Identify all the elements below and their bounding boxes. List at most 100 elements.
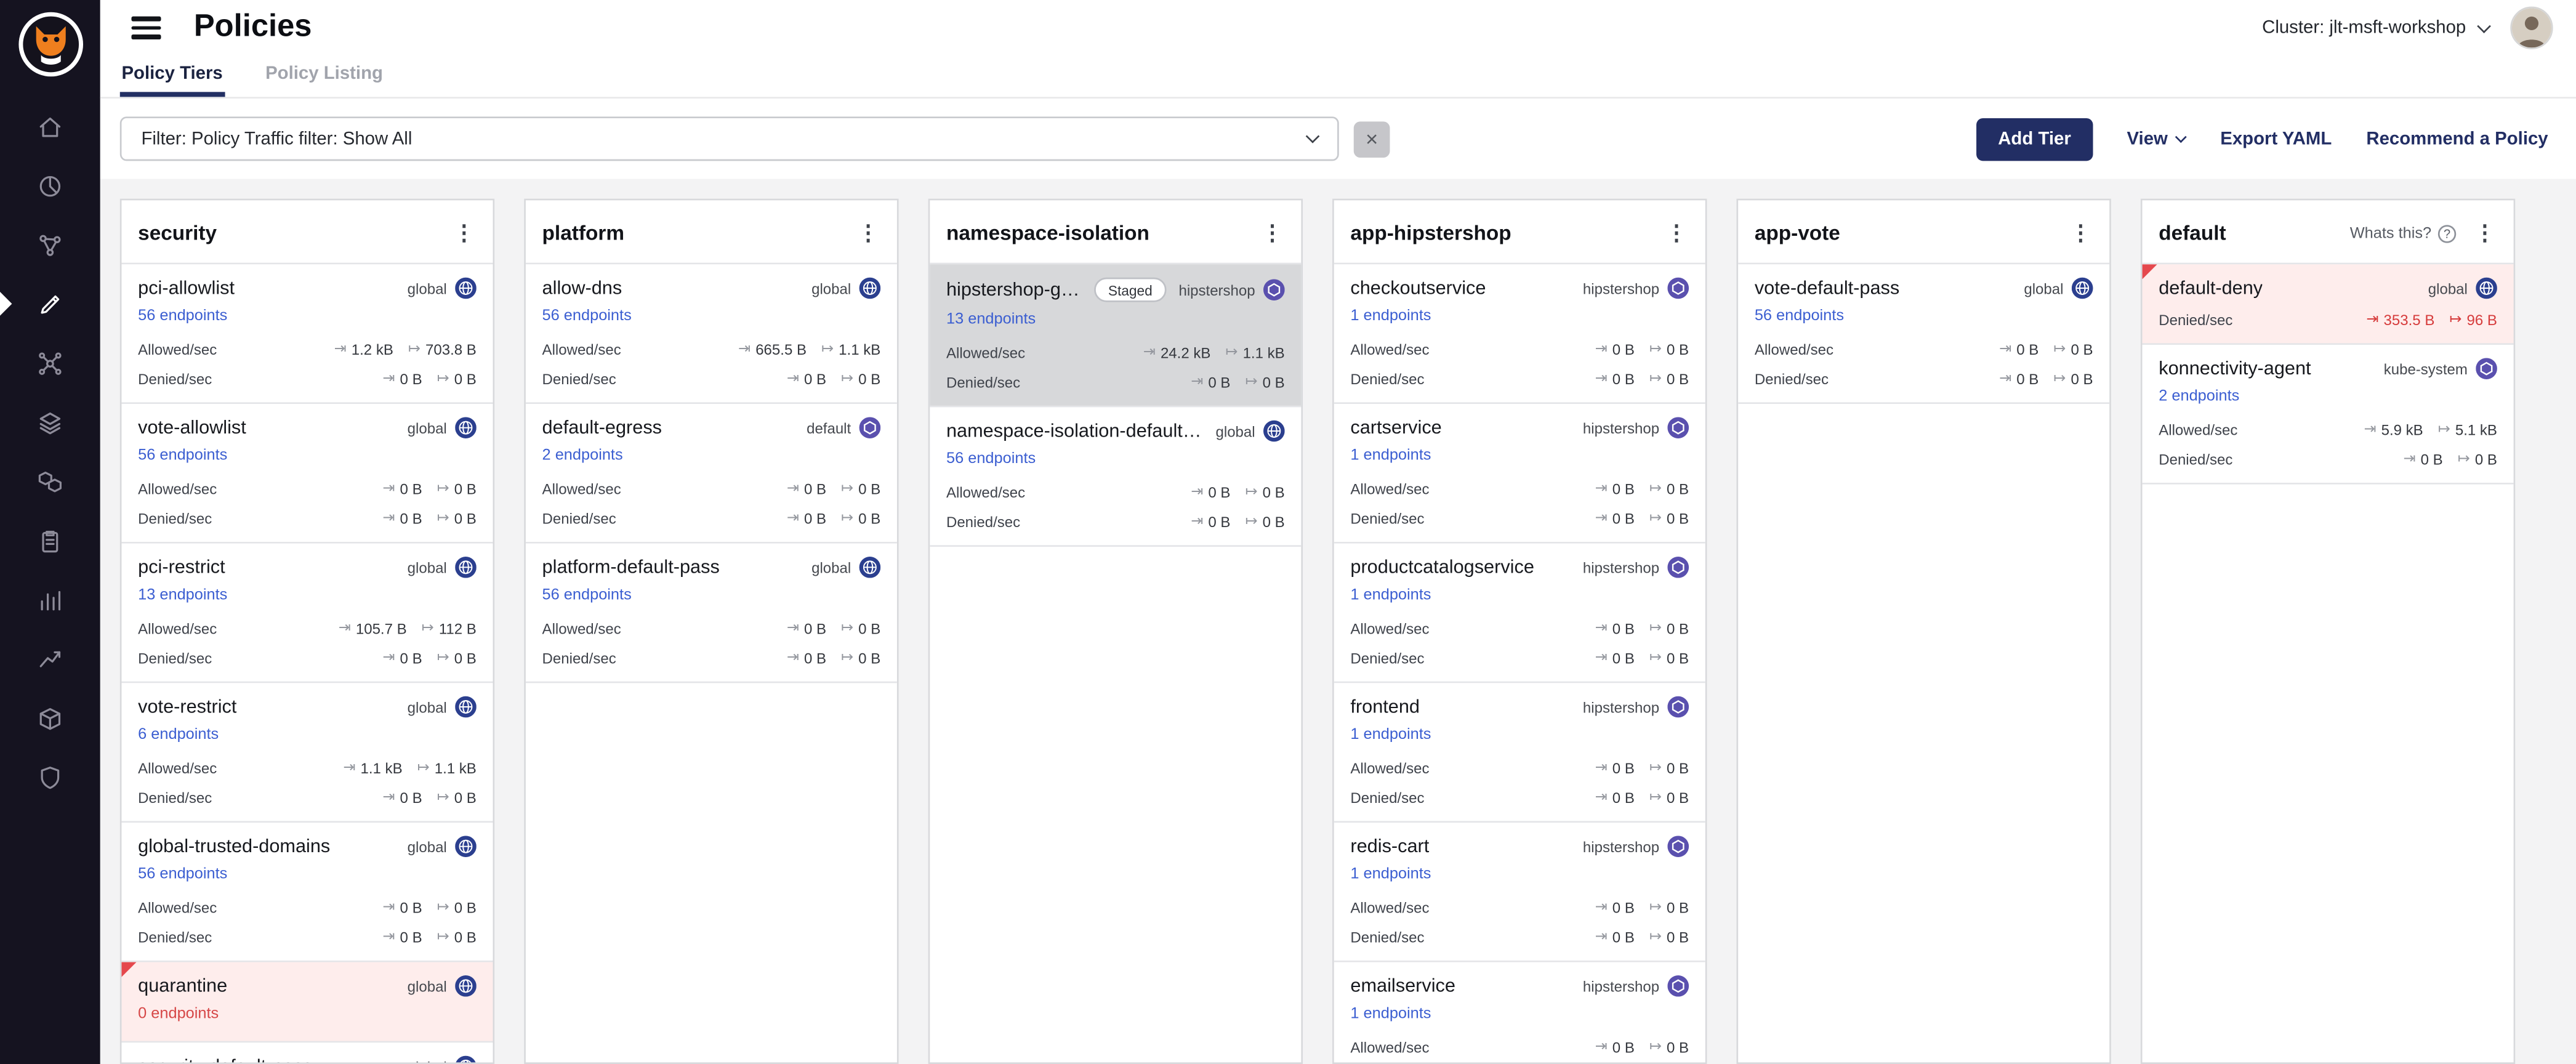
avatar[interactable] <box>2510 7 2553 49</box>
sidebar-item-nodes[interactable] <box>0 333 100 392</box>
denied-values: ⇥0 B ↦0 B <box>382 648 476 666</box>
denied-egress-value: 0 B <box>454 510 477 526</box>
scope-label: global <box>408 978 447 994</box>
policy-card[interactable]: pci-restrict global 13 endpoints Allowed… <box>121 544 493 683</box>
policy-card[interactable]: emailservice hipstershop 1 endpoints All… <box>1334 962 1705 1064</box>
endpoints-icon <box>36 467 64 495</box>
cluster-label: Cluster: jlt-msft-workshop <box>2262 18 2466 38</box>
policy-card[interactable]: redis-cart hipstershop 1 endpoints Allow… <box>1334 823 1705 962</box>
policy-card[interactable]: vote-default-pass global 56 endpoints Al… <box>1738 264 2109 404</box>
tier-header: namespace-isolation ⋮ <box>930 200 1301 262</box>
policy-card[interactable]: platform-default-pass global 56 endpoint… <box>526 544 897 683</box>
policy-card[interactable]: pci-allowlist global 56 endpoints Allowe… <box>121 264 493 404</box>
main-area: Policies Cluster: jlt-msft-workshop Poli… <box>100 0 2576 1064</box>
sidebar-item-images[interactable] <box>0 688 100 747</box>
policy-card[interactable]: vote-allowlist global 56 endpoints Allow… <box>121 404 493 544</box>
filter-row: Filter: Policy Traffic filter: Show All … <box>100 99 2576 179</box>
policy-card[interactable]: default-egress default 2 endpoints Allow… <box>526 404 897 544</box>
endpoints-link[interactable]: 0 endpoints <box>138 1005 219 1023</box>
endpoints-link[interactable]: 1 endpoints <box>1350 865 1431 883</box>
tigera-calico-logo[interactable] <box>17 12 83 78</box>
sidebar-item-threat-defense[interactable] <box>0 747 100 806</box>
tier-menu-button[interactable]: ⋮ <box>853 220 884 246</box>
sidebar-item-home[interactable] <box>0 97 100 156</box>
denied-label: Denied/sec <box>946 374 1020 390</box>
scope-label: hipstershop <box>1583 978 1659 994</box>
sidebar-item-activity[interactable] <box>0 629 100 688</box>
endpoints-link[interactable]: 13 endpoints <box>138 586 227 604</box>
sidebar-item-dashboard[interactable] <box>0 156 100 215</box>
tab-policy-listing[interactable]: Policy Listing <box>264 56 384 97</box>
policy-card[interactable]: quarantine global 0 endpoints <box>121 962 493 1043</box>
scope-label: global <box>408 280 447 297</box>
tier-menu-button[interactable]: ⋮ <box>2469 220 2501 246</box>
policy-card[interactable]: hipstershop-gh... Staged hipstershop 13 … <box>930 264 1301 407</box>
scope-label: global <box>811 280 851 297</box>
policy-card[interactable]: allow-dns global 56 endpoints Allowed/se… <box>526 264 897 404</box>
policy-card[interactable]: global-trusted-domains global 56 endpoin… <box>121 823 493 962</box>
endpoints-link[interactable]: 56 endpoints <box>138 865 227 883</box>
allowed-egress-value: 0 B <box>858 480 880 497</box>
sidebar-item-reports[interactable] <box>0 570 100 629</box>
sidebar-item-tiers[interactable] <box>0 392 100 451</box>
tier-menu-button[interactable]: ⋮ <box>1661 220 1693 246</box>
recommend-policy-button[interactable]: Recommend a Policy <box>2366 129 2548 148</box>
policy-scope: global <box>408 417 477 438</box>
whats-this-link[interactable]: Whats this? ? <box>2350 224 2456 242</box>
policy-card[interactable]: security-default-pass global <box>121 1042 493 1064</box>
policy-card[interactable]: cartservice hipstershop 1 endpoints Allo… <box>1334 404 1705 544</box>
endpoints-link[interactable]: 56 endpoints <box>946 450 1036 468</box>
endpoints-link[interactable]: 56 endpoints <box>1755 307 1844 325</box>
endpoints-link[interactable]: 1 endpoints <box>1350 446 1431 464</box>
ingress-icon: ⇥ <box>1595 788 1608 806</box>
tab-policy-tiers[interactable]: Policy Tiers <box>120 56 225 97</box>
endpoints-link[interactable]: 2 endpoints <box>2159 387 2239 405</box>
endpoints-link[interactable]: 6 endpoints <box>138 726 219 744</box>
ingress-icon: ⇥ <box>1595 928 1608 946</box>
add-tier-button[interactable]: Add Tier <box>1977 118 2093 160</box>
endpoints-link[interactable]: 1 endpoints <box>1350 307 1431 325</box>
sidebar-item-service-graph[interactable] <box>0 215 100 274</box>
tier-menu-button[interactable]: ⋮ <box>1257 220 1288 246</box>
endpoints-link[interactable]: 56 endpoints <box>138 307 227 325</box>
sidebar-item-policies[interactable] <box>0 274 100 333</box>
policy-card[interactable]: konnectivity-agent kube-system 2 endpoin… <box>2143 345 2514 485</box>
export-yaml-button[interactable]: Export YAML <box>2220 129 2332 148</box>
scope-label: global <box>408 419 447 436</box>
allowed-per-sec-row: Allowed/sec ⇥0 B ↦0 B <box>1350 619 1689 637</box>
sidebar-item-endpoints[interactable] <box>0 451 100 510</box>
endpoints-link[interactable]: 1 endpoints <box>1350 1005 1431 1023</box>
policy-card[interactable]: vote-restrict global 6 endpoints Allowed… <box>121 683 493 823</box>
tier-name: security <box>138 222 435 244</box>
endpoints-link[interactable]: 2 endpoints <box>542 446 623 464</box>
sidebar-item-compliance[interactable] <box>0 510 100 570</box>
policy-card[interactable]: productcatalogservice hipstershop 1 endp… <box>1334 544 1705 683</box>
denied-label: Denied/sec <box>2159 451 2232 467</box>
clear-filter-button[interactable]: × <box>1354 121 1390 157</box>
namespace-scope-icon <box>1667 557 1689 578</box>
endpoints-link[interactable]: 1 endpoints <box>1350 726 1431 744</box>
endpoints-link[interactable]: 56 endpoints <box>542 307 632 325</box>
policy-name: quarantine <box>138 976 227 996</box>
tier-menu-button[interactable]: ⋮ <box>2065 220 2096 246</box>
view-button[interactable]: View <box>2127 129 2186 148</box>
cluster-selector[interactable]: Cluster: jlt-msft-workshop <box>2262 18 2489 38</box>
policy-card[interactable]: namespace-isolation-default-p... global … <box>930 407 1301 547</box>
tier-menu-button[interactable]: ⋮ <box>448 220 480 246</box>
endpoints-link[interactable]: 56 endpoints <box>138 446 227 464</box>
endpoints-link[interactable]: 56 endpoints <box>542 586 632 604</box>
allowed-ingress-value: 0 B <box>1612 620 1635 637</box>
policy-name-row: vote-allowlist global <box>138 417 477 438</box>
policy-scope: global <box>408 696 477 718</box>
policy-name: hipstershop-gh... <box>946 280 1082 300</box>
endpoints-link[interactable]: 1 endpoints <box>1350 586 1431 604</box>
policy-card[interactable]: checkoutservice hipstershop 1 endpoints … <box>1334 264 1705 404</box>
policy-card[interactable]: default-deny global Denied/sec ⇥353.5 B … <box>2143 264 2514 345</box>
allowed-ingress-value: 0 B <box>804 480 826 497</box>
policy-traffic-filter[interactable]: Filter: Policy Traffic filter: Show All <box>120 116 1339 161</box>
menu-icon[interactable] <box>131 17 161 39</box>
policy-card[interactable]: frontend hipstershop 1 endpoints Allowed… <box>1334 683 1705 823</box>
ingress-icon: ⇥ <box>382 898 395 916</box>
endpoints-link[interactable]: 13 endpoints <box>946 310 1036 328</box>
ingress-icon: ⇥ <box>787 648 799 666</box>
